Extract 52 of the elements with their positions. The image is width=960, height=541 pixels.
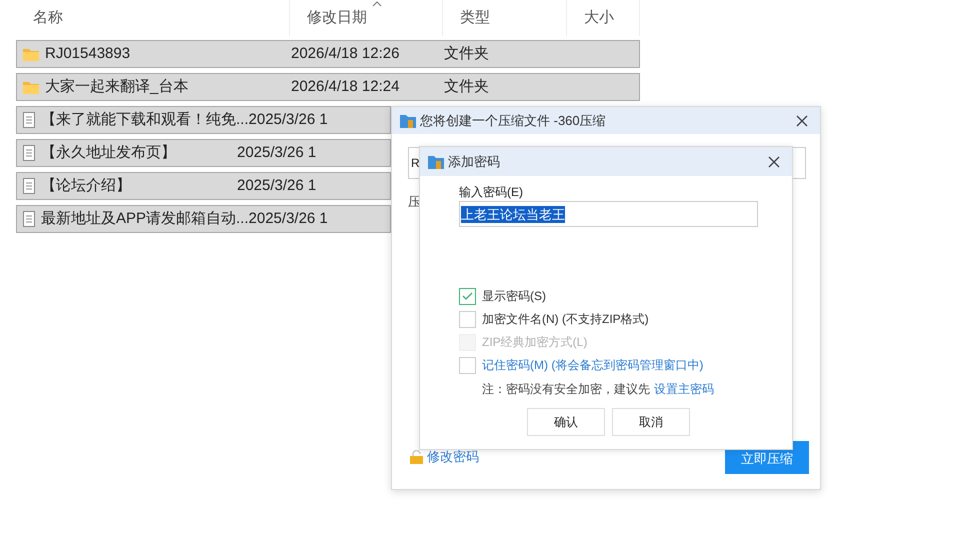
option-label: 记住密码(M) (将会备忘到密码管理窗口中) — [482, 357, 704, 374]
change-password-link[interactable]: 修改密码 — [427, 447, 479, 466]
confirm-button[interactable]: 确认 — [527, 408, 605, 436]
note-text: 注：密码没有安全加密，建议先 — [482, 381, 650, 398]
file-name: 【来了就能下载和观看！纯免... — [41, 110, 249, 130]
file-name: 大家一起来翻译_台本 — [45, 76, 188, 97]
cancel-button[interactable]: 取消 — [612, 408, 690, 436]
option-label: ZIP经典加密方式(L) — [482, 334, 588, 351]
dialog-title: 添加密码 — [448, 152, 500, 171]
close-icon[interactable] — [796, 114, 808, 126]
sort-caret-icon — [372, 1, 382, 7]
document-icon — [23, 112, 35, 128]
modified-date: 2026/4/18 12:26 — [291, 44, 400, 62]
close-icon[interactable] — [768, 156, 780, 168]
archive-icon — [400, 114, 416, 128]
file-row[interactable]: 最新地址及APP请发邮箱自动...2025/3/26 1 — [16, 205, 391, 233]
folder-icon — [23, 80, 39, 94]
document-icon — [23, 145, 35, 161]
file-name: 最新地址及APP请发邮箱自动... — [41, 208, 249, 229]
modified-date: 2025/3/26 1 — [237, 176, 316, 194]
file-row[interactable]: 【来了就能下载和观看！纯免...2025/3/26 1 — [16, 106, 391, 134]
modified-date: 2025/3/26 1 — [248, 110, 328, 128]
archive-icon — [428, 154, 444, 168]
check-icon — [462, 292, 473, 300]
column-header[interactable]: 大小 — [567, 0, 640, 36]
modified-date: 2025/3/26 1 — [248, 210, 328, 227]
option-label: 加密文件名(N) (不支持ZIP格式) — [482, 311, 649, 328]
checkbox[interactable] — [459, 288, 476, 304]
password-label: 输入密码(E) — [459, 184, 524, 201]
modified-date: 2025/3/26 1 — [237, 144, 316, 161]
file-name: 【论坛介绍】 — [41, 176, 131, 196]
column-header[interactable]: 名称 — [16, 0, 290, 36]
column-header[interactable]: 类型 — [443, 0, 567, 36]
checkbox[interactable] — [459, 310, 476, 328]
file-row[interactable]: 【永久地址发布页】 2025/3/26 1 — [16, 139, 391, 167]
password-field[interactable]: 上老王论坛当老王 — [459, 201, 758, 227]
modified-date: 2026/4/18 12:24 — [291, 78, 400, 95]
column-header[interactable]: 修改日期 — [290, 0, 443, 36]
set-master-password-link[interactable]: 设置主密码 — [654, 380, 714, 398]
file-name: RJ01543893 — [45, 44, 130, 64]
document-icon — [23, 211, 35, 227]
option-label: 显示密码(S) — [482, 288, 546, 305]
file-row[interactable]: 【论坛介绍】 2025/3/26 1 — [16, 172, 391, 200]
window-title: 您将创建一个压缩文件 -360压缩 — [420, 112, 606, 130]
checkbox[interactable] — [459, 356, 476, 374]
file-row[interactable]: RJ01543893 2026/4/18 12:26 文件夹 — [16, 40, 640, 68]
file-name: 【永久地址发布页】 — [41, 142, 176, 163]
folder-icon — [23, 48, 39, 60]
file-row[interactable]: 大家一起来翻译_台本 2026/4/18 12:24 文件夹 — [16, 73, 640, 101]
document-icon — [23, 178, 35, 194]
file-type: 文件夹 — [444, 44, 489, 64]
file-type: 文件夹 — [444, 76, 489, 97]
